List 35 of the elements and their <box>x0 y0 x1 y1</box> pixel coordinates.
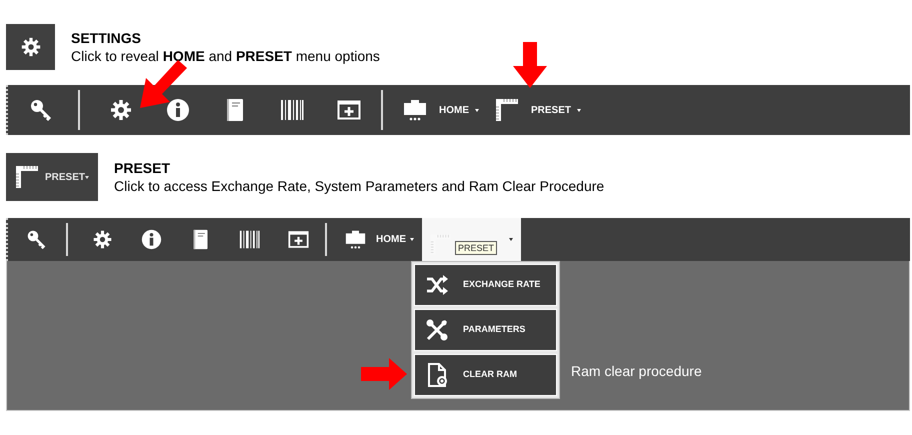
menu-button[interactable]: PRESET <box>487 85 590 135</box>
menu-button[interactable]: HOME <box>395 85 487 135</box>
menu-button[interactable]: PRESET <box>422 218 522 261</box>
section-description: Click to access Exchange Rate, System Parameters and Ram Clear Procedure <box>114 176 604 196</box>
add-window-icon <box>336 98 360 122</box>
callout-text: Ram clear procedure <box>571 362 702 381</box>
key-icon <box>26 229 46 250</box>
barcode-icon <box>280 98 304 122</box>
shuffle-icon <box>425 273 449 297</box>
pointer-arrow <box>361 358 407 390</box>
menu-item[interactable]: PARAMETERS <box>414 309 557 351</box>
info-icon <box>166 98 190 122</box>
section-title: SETTINGS <box>71 28 142 46</box>
menu-item[interactable]: EXCHANGE RATE <box>414 264 557 306</box>
settings-icon <box>92 229 113 250</box>
settings-icon <box>108 98 132 122</box>
ruler-icon <box>430 234 451 255</box>
section-description: Click to reveal HOME and PRESET menu options <box>71 46 380 66</box>
preview-label: PRESET <box>44 170 85 184</box>
add-window-icon <box>288 229 309 250</box>
menu-button[interactable]: HOME <box>337 218 422 261</box>
info-icon <box>141 229 162 250</box>
menu-item[interactable]: CLEAR RAM <box>414 354 557 396</box>
tooltip: PRESET <box>455 241 498 255</box>
briefcase-icon <box>403 98 427 122</box>
tools-icon <box>425 318 449 342</box>
settings-icon <box>20 36 42 58</box>
document-icon <box>425 363 449 387</box>
section-title: PRESET <box>114 158 172 176</box>
ruler-icon <box>14 165 39 189</box>
ruler-icon <box>495 98 519 122</box>
key-icon <box>29 98 53 122</box>
barcode-icon <box>239 229 260 250</box>
briefcase-icon <box>345 229 366 250</box>
pointer-arrow <box>513 42 547 88</box>
